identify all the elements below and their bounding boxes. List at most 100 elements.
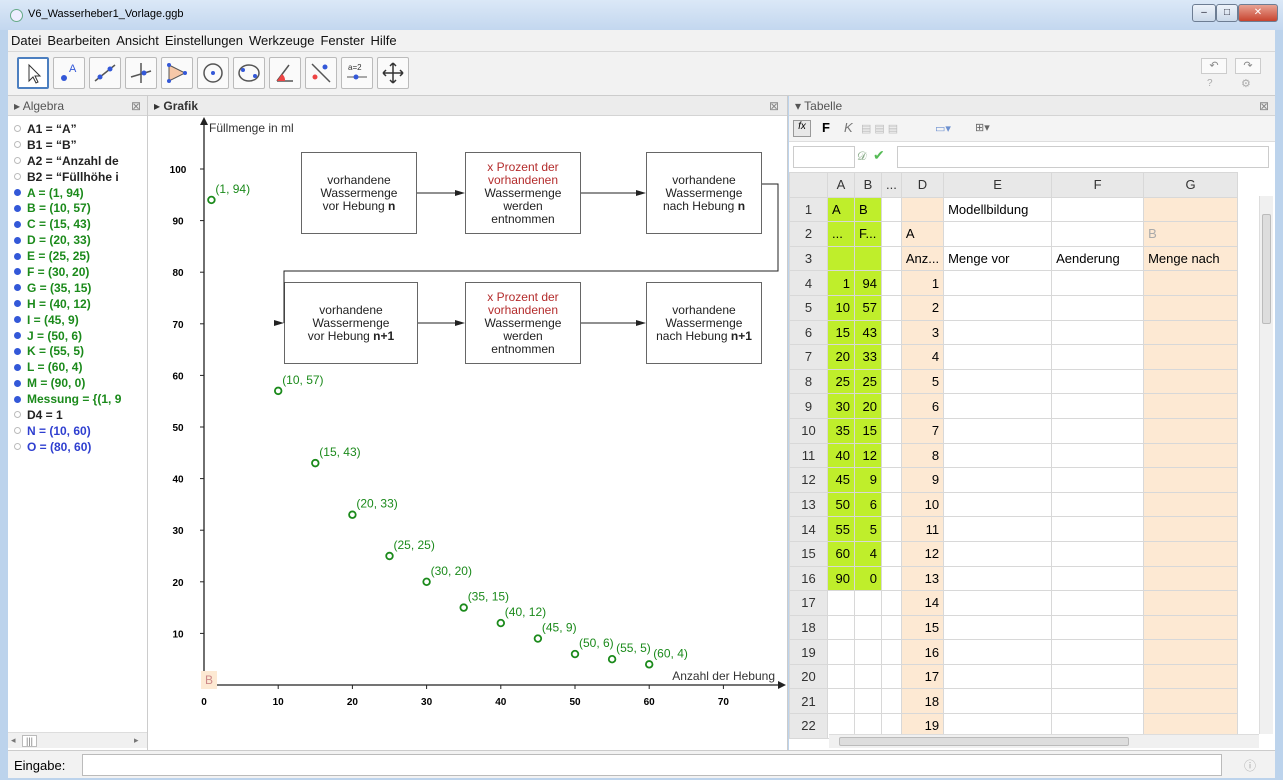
- table-cell[interactable]: [881, 344, 902, 370]
- table-cell[interactable]: 30: [827, 393, 855, 419]
- table-cell[interactable]: 15: [827, 319, 855, 346]
- table-cell[interactable]: [881, 368, 902, 395]
- point-label[interactable]: (30, 20): [431, 564, 472, 578]
- column-header[interactable]: B: [854, 172, 882, 198]
- input-field[interactable]: [82, 754, 1222, 776]
- row-header[interactable]: 1: [789, 196, 828, 223]
- table-cell[interactable]: [881, 516, 902, 542]
- cell-b-marker[interactable]: B: [201, 671, 217, 689]
- table-cell[interactable]: 1: [827, 270, 855, 296]
- table-cell[interactable]: [1143, 393, 1239, 419]
- table-cell[interactable]: 50: [827, 491, 855, 518]
- table-cell[interactable]: [881, 565, 902, 592]
- table-cell[interactable]: [1051, 344, 1145, 370]
- table-cell[interactable]: Menge nach: [1143, 245, 1239, 272]
- table-cell[interactable]: F...: [854, 221, 882, 247]
- row-header[interactable]: 7: [789, 344, 828, 370]
- column-header[interactable]: F: [1051, 172, 1145, 198]
- table-cell[interactable]: 5: [854, 516, 882, 542]
- table-cell[interactable]: [854, 590, 882, 616]
- point-label[interactable]: (25, 25): [394, 538, 435, 552]
- row-header[interactable]: 11: [789, 442, 828, 469]
- algebra-item[interactable]: B2 = “Füllhöhe i: [8, 169, 147, 185]
- visibility-toggle-icon[interactable]: [14, 427, 21, 435]
- table-cell[interactable]: [1051, 196, 1145, 223]
- point-11[interactable]: [645, 660, 654, 669]
- table-cell[interactable]: 55: [827, 516, 855, 542]
- table-cell[interactable]: [1051, 294, 1145, 321]
- algebra-item[interactable]: J = (50, 6): [8, 328, 147, 344]
- table-cell[interactable]: 10: [827, 294, 855, 321]
- table-cell[interactable]: [1143, 491, 1239, 518]
- table-cell[interactable]: 90: [827, 565, 855, 592]
- algebra-item[interactable]: A2 = “Anzahl de: [8, 153, 147, 169]
- table-cell[interactable]: [881, 270, 902, 296]
- table-cell[interactable]: [943, 417, 1053, 444]
- point-label[interactable]: (45, 9): [542, 621, 577, 635]
- table-cell[interactable]: 17: [900, 663, 945, 690]
- table-cell[interactable]: [943, 221, 1053, 247]
- table-cell[interactable]: [854, 663, 882, 690]
- table-cell[interactable]: 6: [900, 393, 945, 419]
- point-2[interactable]: [311, 458, 320, 468]
- row-header[interactable]: 21: [789, 688, 828, 715]
- table-cell[interactable]: 0: [854, 565, 882, 592]
- table-cell[interactable]: 8: [900, 442, 945, 469]
- polygon-tool[interactable]: [161, 57, 193, 89]
- table-cell[interactable]: [943, 270, 1053, 296]
- graphics-view[interactable]: ▸ Grafik ⊠ 0 10 20 30 40 50 60 70 10 20 30 40 50 60 70…: [148, 96, 788, 750]
- table-cell[interactable]: [881, 196, 902, 223]
- conic-tool[interactable]: [233, 57, 265, 89]
- table-cell[interactable]: [1051, 368, 1145, 395]
- column-header[interactable]: G: [1143, 172, 1239, 198]
- table-cell[interactable]: [881, 639, 902, 665]
- table-cell[interactable]: [943, 663, 1053, 690]
- table-cell[interactable]: [1143, 442, 1239, 469]
- table-cell[interactable]: [1143, 270, 1239, 296]
- table-cell[interactable]: [1051, 319, 1145, 346]
- table-cell[interactable]: Menge vor: [943, 245, 1053, 272]
- table-cell[interactable]: [881, 393, 902, 419]
- algebra-item[interactable]: D4 = 1: [8, 407, 147, 423]
- table-cell[interactable]: 40: [827, 442, 855, 469]
- algebra-item[interactable]: G = (35, 15): [8, 280, 147, 296]
- menu-ansicht[interactable]: Ansicht: [113, 30, 162, 52]
- visibility-toggle-icon[interactable]: [14, 173, 21, 181]
- table-cell[interactable]: [881, 688, 902, 715]
- table-cell[interactable]: [943, 319, 1053, 346]
- visibility-toggle-icon[interactable]: [14, 379, 21, 387]
- table-cell[interactable]: [1143, 467, 1239, 493]
- table-cell[interactable]: [900, 196, 945, 223]
- row-header[interactable]: 6: [789, 319, 828, 346]
- row-header[interactable]: 18: [789, 614, 828, 641]
- table-cell[interactable]: 4: [900, 344, 945, 370]
- cancel-pen-icon[interactable]: 𝒟: [857, 149, 867, 164]
- point-9[interactable]: [570, 649, 580, 659]
- table-cell[interactable]: 4: [854, 540, 882, 567]
- table-cell[interactable]: [943, 442, 1053, 469]
- table-cell[interactable]: 15: [854, 417, 882, 444]
- row-header[interactable]: 2: [789, 221, 828, 247]
- row-header[interactable]: 10: [789, 417, 828, 444]
- cell-name-field[interactable]: [793, 146, 855, 168]
- point-label[interactable]: (20, 33): [356, 497, 397, 511]
- table-cell[interactable]: [1143, 516, 1239, 542]
- point-5[interactable]: [422, 577, 431, 586]
- algebra-item[interactable]: H = (40, 12): [8, 296, 147, 312]
- row-header[interactable]: 20: [789, 663, 828, 690]
- visibility-toggle-icon[interactable]: [14, 189, 21, 196]
- move-graphics-tool[interactable]: [377, 57, 409, 89]
- table-cell[interactable]: 94: [854, 270, 882, 296]
- table-cell[interactable]: [943, 344, 1053, 370]
- table-cell[interactable]: 11: [900, 516, 945, 542]
- table-cell[interactable]: [854, 245, 882, 272]
- undo-button[interactable]: ↶: [1201, 58, 1227, 74]
- table-cell[interactable]: [1051, 639, 1145, 665]
- table-cell[interactable]: 33: [854, 344, 882, 370]
- table-cell[interactable]: 25: [854, 368, 882, 395]
- algebra-item[interactable]: B1 = “B”: [8, 137, 147, 153]
- table-cell[interactable]: [827, 245, 855, 272]
- algebra-item[interactable]: K = (55, 5): [8, 343, 147, 359]
- point-label[interactable]: (15, 43): [319, 445, 360, 459]
- algebra-item[interactable]: C = (15, 43): [8, 216, 147, 232]
